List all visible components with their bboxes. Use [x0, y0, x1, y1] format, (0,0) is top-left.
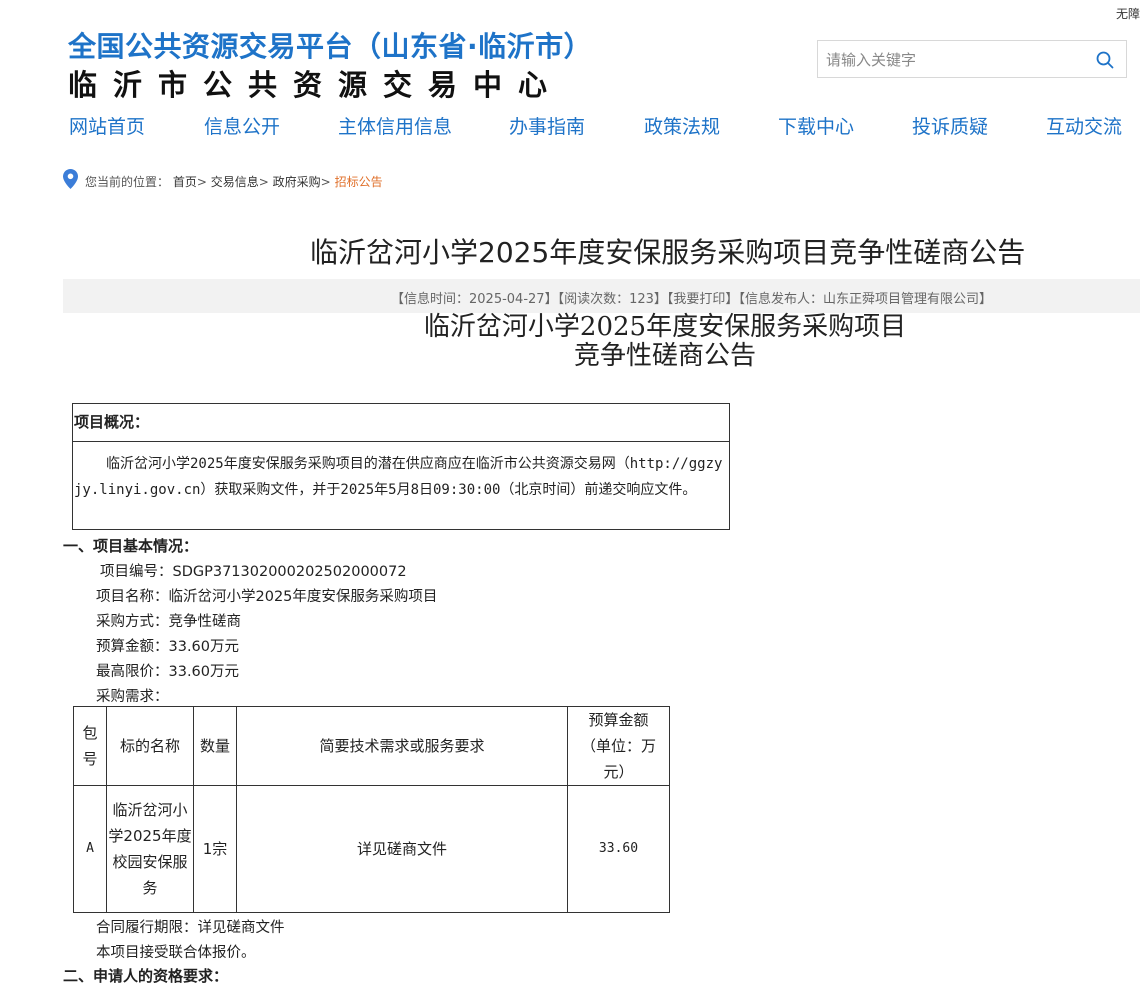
- article-title: 临沂岔河小学2025年度安保服务采购项目竞争性磋商公告: [310, 236, 1026, 269]
- meta-reads-label: 】【阅读次数：: [544, 292, 630, 307]
- table-cell: A: [73, 785, 107, 913]
- table-header: 数量: [193, 706, 237, 786]
- table-cell: 1宗: [193, 785, 237, 913]
- breadcrumb-trade-info[interactable]: 交易信息: [211, 175, 259, 189]
- budget-amount: 预算金额：33.60万元: [96, 639, 240, 655]
- breadcrumb-separator: >: [320, 175, 331, 189]
- table-cell: 详见磋商文件: [236, 785, 568, 913]
- search-icon[interactable]: [1096, 51, 1114, 69]
- nav-item-guide[interactable]: 办事指南: [509, 112, 585, 139]
- table-header: 包号: [73, 706, 107, 786]
- main-nav: 网站首页 信息公开 主体信用信息 办事指南 政策法规 下载中心 投诉质疑 互动交…: [0, 112, 1140, 140]
- print-link[interactable]: 】【我要打印】: [654, 292, 739, 307]
- search-input[interactable]: [824, 49, 1088, 71]
- location-pin-icon: [63, 169, 78, 189]
- breadcrumb-prefix: 您当前的位置：: [85, 175, 170, 189]
- table-cell: 33.60: [567, 785, 670, 913]
- requirements-table: 包号 标的名称 数量 简要技术需求或服务要求 预算金额（单位：万元） A 临沂岔…: [73, 706, 670, 913]
- project-number: 项目编号：SDGP371302000202502000072: [100, 564, 407, 580]
- table-cell: 临沂岔河小学2025年度校园安保服务: [106, 785, 194, 913]
- breadcrumb-home[interactable]: 首页: [173, 175, 197, 189]
- nav-item-complaints[interactable]: 投诉质疑: [912, 112, 988, 139]
- nav-item-downloads[interactable]: 下载中心: [778, 112, 854, 139]
- accessibility-link[interactable]: 无障: [1116, 5, 1140, 22]
- site-title[interactable]: 全国公共资源交易平台（山东省·临沂市）: [68, 25, 592, 65]
- document-title-line2: 竞争性磋商公告: [573, 341, 756, 371]
- meta-reads: 123: [629, 292, 654, 307]
- joint-bid-note: 本项目接受联合体报价。: [96, 945, 256, 961]
- overview-box: 项目概况： 临沂岔河小学2025年度安保服务采购项目的潜在供应商应在临沂市公共资…: [72, 403, 730, 530]
- meta-time: 2025-04-27: [469, 292, 545, 307]
- document-title: 临沂岔河小学2025年度安保服务采购项目 竞争性磋商公告: [380, 313, 950, 371]
- site-subtitle: 临沂市公共资源交易中心: [68, 68, 564, 102]
- nav-item-info-disclosure[interactable]: 信息公开: [204, 112, 280, 139]
- breadcrumb-separator: >: [196, 175, 207, 189]
- table-row: A 临沂岔河小学2025年度校园安保服务 1宗 详见磋商文件 33.60: [73, 785, 670, 913]
- search-box: [817, 40, 1127, 78]
- breadcrumb-gov-procurement[interactable]: 政府采购: [273, 175, 321, 189]
- max-price: 最高限价：33.60万元: [96, 664, 240, 680]
- requirements-label: 采购需求：: [96, 689, 169, 705]
- procurement-method: 采购方式：竞争性磋商: [96, 614, 241, 630]
- article-meta-bar: 【信息时间：2025-04-27】【阅读次数：123】【我要打印】【信息发布人：…: [63, 279, 1140, 313]
- table-header: 标的名称: [106, 706, 194, 786]
- section-heading: 一、项目基本情况：: [63, 537, 199, 555]
- nav-item-home[interactable]: 网站首页: [69, 112, 145, 139]
- table-header: 简要技术需求或服务要求: [236, 706, 568, 786]
- meta-publisher: 山东正舜项目管理有限公司: [822, 292, 979, 307]
- breadcrumb-tender-notice[interactable]: 招标公告: [335, 175, 383, 189]
- overview-text: 临沂岔河小学2025年度安保服务采购项目的潜在供应商应在临沂市公共资源交易网（h…: [74, 456, 723, 498]
- meta-end: 】: [978, 292, 992, 307]
- project-name: 项目名称：临沂岔河小学2025年度安保服务采购项目: [96, 589, 438, 605]
- section-heading: 二、申请人的资格要求：: [63, 967, 229, 985]
- contract-period: 合同履行期限：详见磋商文件: [96, 920, 285, 936]
- table-header: 预算金额（单位：万元）: [567, 706, 670, 786]
- nav-item-credit-info[interactable]: 主体信用信息: [338, 112, 452, 139]
- nav-item-interaction[interactable]: 互动交流: [1046, 112, 1122, 139]
- breadcrumb-separator: >: [258, 175, 269, 189]
- table-header-row: 包号 标的名称 数量 简要技术需求或服务要求 预算金额（单位：万元）: [73, 706, 670, 786]
- meta-time-label: 【信息时间：: [391, 292, 470, 307]
- nav-item-policies[interactable]: 政策法规: [644, 112, 720, 139]
- overview-heading: 项目概况：: [73, 404, 729, 442]
- meta-publisher-label: 【信息发布人：: [738, 292, 823, 307]
- document-title-line1: 临沂岔河小学2025年度安保服务采购项目: [423, 312, 907, 342]
